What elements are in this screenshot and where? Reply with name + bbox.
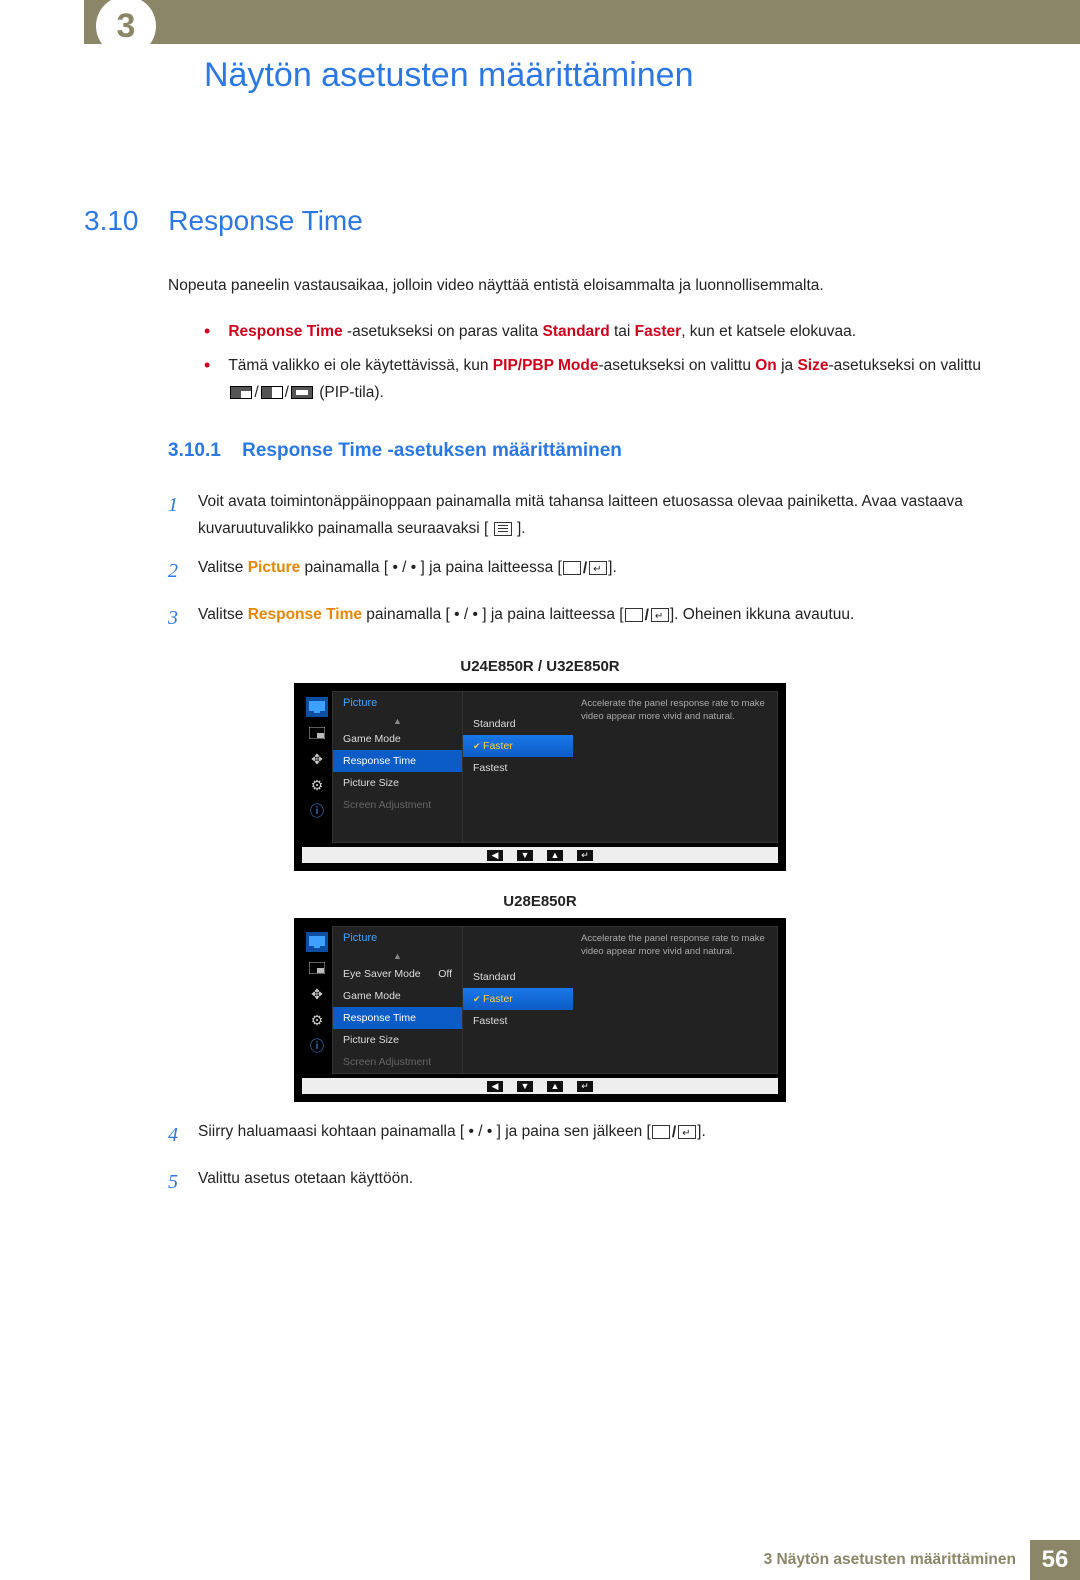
step-number: 5 [168, 1165, 198, 1200]
subsection-number: 3.10.1 [168, 440, 221, 461]
bullet-dot-icon: • [204, 353, 210, 406]
osd-description: Accelerate the panel response rate to ma… [573, 927, 777, 1073]
osd-menu-header: Picture [333, 927, 462, 949]
bullet-dot-icon: • [204, 319, 210, 345]
osd-tab-settings-icon: ⚙ [306, 1010, 328, 1030]
osd-tab-picture-icon [306, 932, 328, 952]
osd-menu-item: Picture Size [333, 772, 462, 794]
term-standard: Standard [542, 323, 609, 340]
chapter-number: 3 [117, 7, 136, 46]
osd-options-column: Standard Faster Fastest [463, 692, 573, 842]
nav-up-icon: ▲ [547, 1081, 563, 1092]
osd-option: Standard [463, 713, 573, 735]
term-on: On [755, 357, 777, 374]
osd-menu-item-selected: Response Time [333, 750, 462, 772]
intro-text: Nopeuta paneelin vastausaikaa, jolloin v… [168, 277, 996, 295]
footer-page-number: 56 [1030, 1540, 1080, 1580]
term-pip-pbp: PIP/PBP Mode [493, 357, 599, 374]
subsection-title: Response Time -asetuksen määrittäminen [242, 440, 622, 461]
nav-down-icon: ▼ [517, 1081, 533, 1092]
bullet-list: • Response Time -asetukseksi on paras va… [204, 319, 996, 406]
nav-left-icon: ◀ [487, 1081, 503, 1092]
steps-list: 1 Voit avata toimintonäppäinoppaan paina… [168, 488, 996, 636]
osd-menu-item: Picture Size [333, 1029, 462, 1051]
menu-icon [494, 522, 512, 536]
nav-left-icon: ◀ [487, 850, 503, 861]
osd-menu-item: Game Mode [333, 985, 462, 1007]
osd-menu-item: Eye Saver ModeOff [333, 963, 462, 985]
osd-option: Fastest [463, 757, 573, 779]
return-icon [678, 1125, 696, 1139]
osd-menu-item-disabled: Screen Adjustment [333, 1051, 462, 1073]
chapter-badge: 3 [96, 0, 156, 56]
osd-option: Fastest [463, 1010, 573, 1032]
osd-sidebar: ✥ ⚙ ⓘ [302, 926, 332, 1074]
step-number: 1 [168, 488, 198, 542]
osd-tab-info-icon: ⓘ [306, 1036, 328, 1056]
osd-screenshot-2: ✥ ⚙ ⓘ Picture ▲ Eye Saver ModeOff Game M… [294, 918, 786, 1102]
step-number: 3 [168, 601, 198, 636]
step-item: 2 Valitse Picture painamalla [ • / • ] j… [168, 554, 996, 589]
osd-tab-pip-icon [306, 958, 328, 978]
osd-description: Accelerate the panel response rate to ma… [573, 692, 777, 842]
rect-icon [563, 561, 581, 575]
osd-sidebar: ✥ ⚙ ⓘ [302, 691, 332, 843]
nav-enter-icon: ↵ [577, 1081, 593, 1092]
osd-nav-bar: ◀ ▼ ▲ ↵ [302, 847, 778, 863]
subsection-heading: 3.10.1 Response Time -asetuksen määrittä… [168, 440, 996, 462]
bullet-item: • Tämä valikko ei ole käytettävissä, kun… [204, 353, 996, 406]
scroll-up-icon: ▲ [333, 714, 462, 728]
bullet-item: • Response Time -asetukseksi on paras va… [204, 319, 996, 345]
section-heading: 3.10 Response Time [84, 205, 996, 237]
osd-menu-column: Picture ▲ Eye Saver ModeOff Game Mode Re… [333, 927, 463, 1073]
term-faster: Faster [635, 323, 682, 340]
page-footer: 3 Näytön asetusten määrittäminen 56 [0, 1540, 1080, 1580]
step-item: 3 Valitse Response Time painamalla [ • /… [168, 601, 996, 636]
osd-options-column: Standard Faster Fastest [463, 927, 573, 1073]
nav-down-icon: ▼ [517, 850, 533, 861]
pip-layout-icon [230, 386, 252, 399]
osd-tab-move-icon: ✥ [306, 749, 328, 769]
rect-icon [652, 1125, 670, 1139]
osd-tab-settings-icon: ⚙ [306, 775, 328, 795]
return-icon [651, 608, 669, 622]
term-response-time: Response Time [228, 323, 342, 340]
pip-layout-icon [291, 386, 313, 399]
osd-menu-item-selected: Response Time [333, 1007, 462, 1029]
page-title: Näytön asetusten määrittäminen [204, 56, 996, 95]
osd-tab-move-icon: ✥ [306, 984, 328, 1004]
osd-option-selected: Faster [463, 735, 573, 757]
osd-menu-item-disabled: Screen Adjustment [333, 794, 462, 816]
step-number: 2 [168, 554, 198, 589]
step-number: 4 [168, 1118, 198, 1153]
term-picture: Picture [248, 559, 301, 576]
step-item: 1 Voit avata toimintonäppäinoppaan paina… [168, 488, 996, 542]
step-item: 5 Valittu asetus otetaan käyttöön. [168, 1165, 996, 1200]
return-icon [589, 561, 607, 575]
scroll-up-icon: ▲ [333, 949, 462, 963]
step-item: 4 Siirry haluamaasi kohtaan painamalla [… [168, 1118, 996, 1153]
footer-chapter-title: 3 Näytön asetusten määrittäminen [764, 1551, 1016, 1569]
section-title: Response Time [168, 205, 363, 236]
nav-enter-icon: ↵ [577, 850, 593, 861]
osd-menu-item: Game Mode [333, 728, 462, 750]
term-response-time: Response Time [248, 606, 362, 623]
osd-tab-picture-icon [306, 697, 328, 717]
osd-option: Standard [463, 966, 573, 988]
osd-screenshot-1: ✥ ⚙ ⓘ Picture ▲ Game Mode Response Time … [294, 683, 786, 871]
rect-icon [625, 608, 643, 622]
osd-menu-header: Picture [333, 692, 462, 714]
top-bar: 3 [84, 0, 1080, 44]
osd-nav-bar: ◀ ▼ ▲ ↵ [302, 1078, 778, 1094]
section-number: 3.10 [84, 205, 139, 236]
osd-tab-info-icon: ⓘ [306, 801, 328, 821]
model-label-1: U24E850R / U32E850R [84, 658, 996, 675]
nav-up-icon: ▲ [547, 850, 563, 861]
pip-layout-icon [261, 386, 283, 399]
osd-tab-pip-icon [306, 723, 328, 743]
term-size: Size [797, 357, 828, 374]
model-label-2: U28E850R [84, 893, 996, 910]
osd-option-selected: Faster [463, 988, 573, 1010]
osd-menu-column: Picture ▲ Game Mode Response Time Pictur… [333, 692, 463, 842]
